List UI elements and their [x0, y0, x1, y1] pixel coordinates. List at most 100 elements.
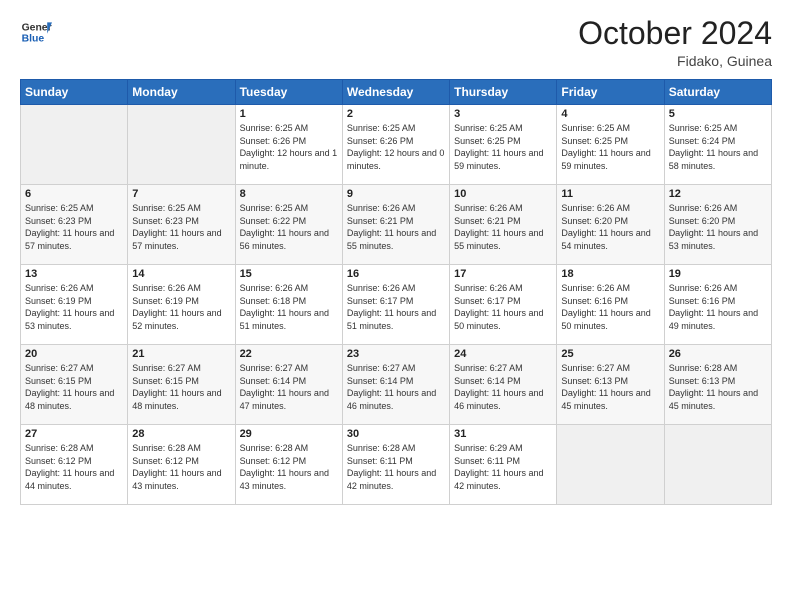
calendar-cell: 20 Sunrise: 6:27 AMSunset: 6:15 PMDayligh…	[21, 345, 128, 425]
day-info: Sunrise: 6:27 AMSunset: 6:14 PMDaylight:…	[454, 362, 552, 412]
day-info: Sunrise: 6:25 AMSunset: 6:23 PMDaylight:…	[132, 202, 230, 252]
calendar-week-row: 20 Sunrise: 6:27 AMSunset: 6:15 PMDayligh…	[21, 345, 772, 425]
calendar-cell	[128, 105, 235, 185]
day-info: Sunrise: 6:28 AMSunset: 6:12 PMDaylight:…	[240, 442, 338, 492]
day-number: 5	[669, 108, 767, 120]
calendar-week-row: 13 Sunrise: 6:26 AMSunset: 6:19 PMDayligh…	[21, 265, 772, 345]
day-number: 29	[240, 428, 338, 440]
calendar-cell: 21Sunrise: 6:27 AMSunset: 6:15 PMDayligh…	[128, 345, 235, 425]
day-info: Sunrise: 6:26 AMSunset: 6:20 PMDaylight:…	[561, 202, 659, 252]
calendar-week-row: 1 Sunrise: 6:25 AMSunset: 6:26 PMDaylight…	[21, 105, 772, 185]
calendar-cell: 18Sunrise: 6:26 AMSunset: 6:16 PMDayligh…	[557, 265, 664, 345]
calendar-cell: 2Sunrise: 6:25 AMSunset: 6:26 PMDaylight…	[342, 105, 449, 185]
month-title: October 2024	[578, 16, 772, 51]
day-info: Sunrise: 6:26 AMSunset: 6:20 PMDaylight:…	[669, 202, 767, 252]
calendar-cell	[21, 105, 128, 185]
day-number: 11	[561, 188, 659, 200]
day-info: Sunrise: 6:26 AMSunset: 6:16 PMDaylight:…	[669, 282, 767, 332]
weekday-header: Saturday	[664, 80, 771, 105]
weekday-header: Tuesday	[235, 80, 342, 105]
day-info: Sunrise: 6:28 AMSunset: 6:13 PMDaylight:…	[669, 362, 767, 412]
calendar-week-row: 27Sunrise: 6:28 AMSunset: 6:12 PMDayligh…	[21, 425, 772, 505]
day-number: 4	[561, 108, 659, 120]
calendar-table: SundayMondayTuesdayWednesdayThursdayFrid…	[20, 79, 772, 505]
day-number: 14	[132, 268, 230, 280]
day-info: Sunrise: 6:25 AMSunset: 6:23 PMDaylight:…	[25, 202, 123, 252]
calendar-cell: 23Sunrise: 6:27 AMSunset: 6:14 PMDayligh…	[342, 345, 449, 425]
logo: General Blue	[20, 16, 52, 48]
day-number: 6	[25, 188, 123, 200]
calendar-cell: 10 Sunrise: 6:26 AMSunset: 6:21 PMDayligh…	[450, 185, 557, 265]
calendar-cell: 14 Sunrise: 6:26 AMSunset: 6:19 PMDayligh…	[128, 265, 235, 345]
day-info: Sunrise: 6:29 AMSunset: 6:11 PMDaylight:…	[454, 442, 552, 492]
header: General Blue October 2024 Fidako, Guinea	[20, 16, 772, 69]
calendar-cell: 28Sunrise: 6:28 AMSunset: 6:12 PMDayligh…	[128, 425, 235, 505]
calendar-body: 1 Sunrise: 6:25 AMSunset: 6:26 PMDaylight…	[21, 105, 772, 505]
calendar-week-row: 6 Sunrise: 6:25 AMSunset: 6:23 PMDaylight…	[21, 185, 772, 265]
day-number: 8	[240, 188, 338, 200]
day-number: 20	[25, 348, 123, 360]
calendar-cell: 22Sunrise: 6:27 AMSunset: 6:14 PMDayligh…	[235, 345, 342, 425]
calendar-cell: 6 Sunrise: 6:25 AMSunset: 6:23 PMDaylight…	[21, 185, 128, 265]
calendar-cell: 25 Sunrise: 6:27 AMSunset: 6:13 PMDayligh…	[557, 345, 664, 425]
day-number: 1	[240, 108, 338, 120]
calendar-cell: 7 Sunrise: 6:25 AMSunset: 6:23 PMDaylight…	[128, 185, 235, 265]
logo-icon: General Blue	[20, 16, 52, 48]
svg-text:Blue: Blue	[22, 34, 45, 45]
day-number: 31	[454, 428, 552, 440]
day-number: 10	[454, 188, 552, 200]
weekday-header: Sunday	[21, 80, 128, 105]
weekday-row: SundayMondayTuesdayWednesdayThursdayFrid…	[21, 80, 772, 105]
day-number: 7	[132, 188, 230, 200]
calendar-cell: 31 Sunrise: 6:29 AMSunset: 6:11 PMDayligh…	[450, 425, 557, 505]
calendar-cell: 26 Sunrise: 6:28 AMSunset: 6:13 PMDayligh…	[664, 345, 771, 425]
calendar-cell: 19 Sunrise: 6:26 AMSunset: 6:16 PMDayligh…	[664, 265, 771, 345]
day-info: Sunrise: 6:28 AMSunset: 6:12 PMDaylight:…	[132, 442, 230, 492]
title-block: October 2024 Fidako, Guinea	[578, 16, 772, 69]
day-number: 16	[347, 268, 445, 280]
page: General Blue October 2024 Fidako, Guinea…	[0, 0, 792, 612]
day-info: Sunrise: 6:26 AMSunset: 6:18 PMDaylight:…	[240, 282, 338, 332]
calendar-cell: 17Sunrise: 6:26 AMSunset: 6:17 PMDayligh…	[450, 265, 557, 345]
calendar-cell: 11 Sunrise: 6:26 AMSunset: 6:20 PMDayligh…	[557, 185, 664, 265]
day-info: Sunrise: 6:27 AMSunset: 6:15 PMDaylight:…	[25, 362, 123, 412]
calendar-cell: 24Sunrise: 6:27 AMSunset: 6:14 PMDayligh…	[450, 345, 557, 425]
calendar-cell: 16 Sunrise: 6:26 AMSunset: 6:17 PMDayligh…	[342, 265, 449, 345]
day-info: Sunrise: 6:26 AMSunset: 6:19 PMDaylight:…	[25, 282, 123, 332]
day-info: Sunrise: 6:25 AMSunset: 6:24 PMDaylight:…	[669, 122, 767, 172]
calendar-cell: 5 Sunrise: 6:25 AMSunset: 6:24 PMDaylight…	[664, 105, 771, 185]
day-number: 2	[347, 108, 445, 120]
day-number: 30	[347, 428, 445, 440]
day-info: Sunrise: 6:27 AMSunset: 6:13 PMDaylight:…	[561, 362, 659, 412]
day-info: Sunrise: 6:27 AMSunset: 6:15 PMDaylight:…	[132, 362, 230, 412]
location-subtitle: Fidako, Guinea	[578, 53, 772, 69]
calendar-cell: 29 Sunrise: 6:28 AMSunset: 6:12 PMDayligh…	[235, 425, 342, 505]
calendar-cell: 4Sunrise: 6:25 AMSunset: 6:25 PMDaylight…	[557, 105, 664, 185]
day-info: Sunrise: 6:26 AMSunset: 6:16 PMDaylight:…	[561, 282, 659, 332]
calendar-cell: 8Sunrise: 6:25 AMSunset: 6:22 PMDaylight…	[235, 185, 342, 265]
weekday-header: Friday	[557, 80, 664, 105]
calendar-cell: 27Sunrise: 6:28 AMSunset: 6:12 PMDayligh…	[21, 425, 128, 505]
day-number: 22	[240, 348, 338, 360]
day-number: 19	[669, 268, 767, 280]
day-info: Sunrise: 6:25 AMSunset: 6:25 PMDaylight:…	[454, 122, 552, 172]
calendar-header: SundayMondayTuesdayWednesdayThursdayFrid…	[21, 80, 772, 105]
calendar-cell: 1 Sunrise: 6:25 AMSunset: 6:26 PMDaylight…	[235, 105, 342, 185]
calendar-cell	[664, 425, 771, 505]
day-info: Sunrise: 6:26 AMSunset: 6:21 PMDaylight:…	[454, 202, 552, 252]
day-info: Sunrise: 6:28 AMSunset: 6:11 PMDaylight:…	[347, 442, 445, 492]
day-info: Sunrise: 6:26 AMSunset: 6:17 PMDaylight:…	[347, 282, 445, 332]
day-number: 15	[240, 268, 338, 280]
weekday-header: Wednesday	[342, 80, 449, 105]
day-number: 13	[25, 268, 123, 280]
day-info: Sunrise: 6:26 AMSunset: 6:19 PMDaylight:…	[132, 282, 230, 332]
day-info: Sunrise: 6:28 AMSunset: 6:12 PMDaylight:…	[25, 442, 123, 492]
day-number: 26	[669, 348, 767, 360]
calendar-cell: 15 Sunrise: 6:26 AMSunset: 6:18 PMDayligh…	[235, 265, 342, 345]
day-number: 3	[454, 108, 552, 120]
day-number: 17	[454, 268, 552, 280]
day-number: 25	[561, 348, 659, 360]
calendar-cell: 13 Sunrise: 6:26 AMSunset: 6:19 PMDayligh…	[21, 265, 128, 345]
calendar-cell: 30 Sunrise: 6:28 AMSunset: 6:11 PMDayligh…	[342, 425, 449, 505]
day-info: Sunrise: 6:25 AMSunset: 6:26 PMDaylight:…	[240, 122, 338, 172]
